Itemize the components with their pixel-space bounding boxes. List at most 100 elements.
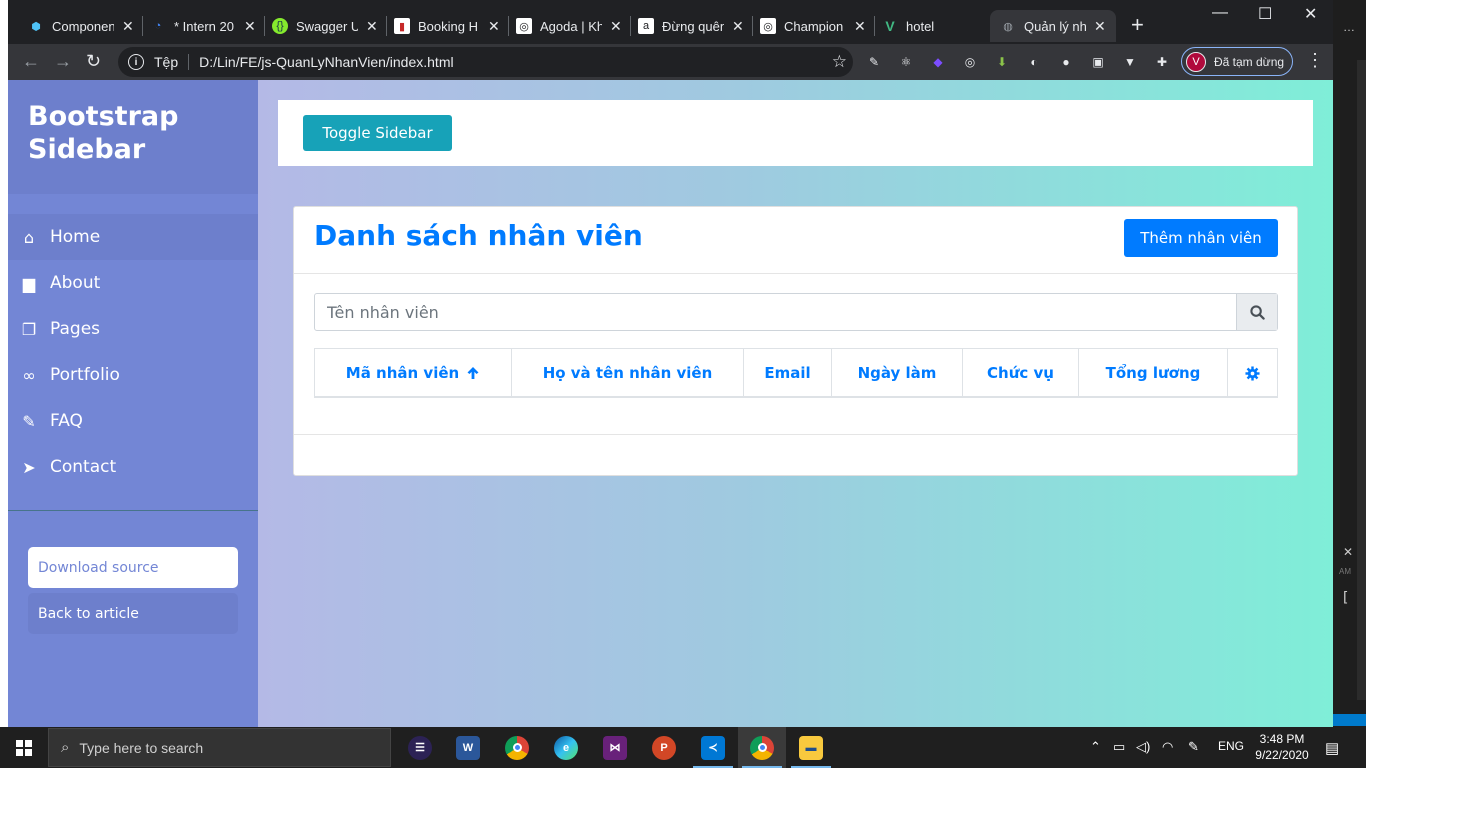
sidebar-item-label: Home	[50, 227, 101, 247]
info-icon[interactable]: i	[128, 54, 144, 70]
react-extension-icon[interactable]: ⚛	[897, 53, 915, 71]
table-header-email[interactable]: Email	[744, 349, 832, 397]
notification-icon[interactable]: ▤	[1325, 739, 1339, 757]
browser-tab[interactable]: a Đừng quên ✕	[638, 10, 744, 42]
browser-tab[interactable]: ◔ * Intern 20 ✕	[150, 10, 256, 42]
close-icon: ✕	[1343, 545, 1354, 559]
table-header-position[interactable]: Chức vụ	[963, 349, 1079, 397]
sidebar-item-label: FAQ	[50, 411, 83, 431]
word-app[interactable]: W	[444, 727, 492, 768]
powerpoint-app[interactable]: P	[640, 727, 688, 768]
target-extension-icon[interactable]: ◎	[961, 53, 979, 71]
browser-tab-active[interactable]: ◍ Quản lý nh ✕	[990, 10, 1116, 42]
address-bar[interactable]: i Tệp D:/Lin/FE/js-QuanLyNhanVien/index.…	[118, 47, 853, 77]
windows-start-icon[interactable]	[16, 740, 32, 756]
cube-icon: ⬢	[31, 20, 41, 33]
close-tab-icon[interactable]: ✕	[488, 18, 500, 35]
background-editor-window: … ✕ AM [	[1333, 0, 1366, 768]
browser-tab[interactable]: ⬢ Componen ✕	[28, 10, 134, 42]
download-extension-icon[interactable]: ⬇	[993, 53, 1011, 71]
sidebar-divider	[8, 510, 258, 511]
tab-title: Quản lý nh	[1024, 18, 1086, 34]
tab-title: Componen	[52, 18, 114, 34]
browser-tab[interactable]: V hotel ✕	[882, 10, 1005, 42]
taskbar-search[interactable]: ⌕ Type here to search	[48, 728, 391, 767]
browser-tab[interactable]: ▮ Booking H ✕	[394, 10, 500, 42]
volume-icon[interactable]: ◁)	[1136, 739, 1150, 755]
browser-tab[interactable]: ◎ Champion ✕	[760, 10, 866, 42]
sidebar-item-pages[interactable]: ❐ Pages	[8, 306, 258, 352]
sidebar-item-portfolio[interactable]: ∞ Portfolio	[8, 352, 258, 398]
toggle-sidebar-button[interactable]: Toggle Sidebar	[303, 115, 452, 151]
close-tab-icon[interactable]: ✕	[610, 18, 622, 35]
file-explorer-app[interactable]: ▬	[787, 727, 835, 768]
pen-icon[interactable]: ✎	[1188, 739, 1199, 755]
maximize-icon[interactable]: ☐	[1258, 4, 1272, 24]
vue-devtools-icon[interactable]: ▼	[1121, 53, 1139, 71]
table-header-settings[interactable]	[1228, 349, 1277, 397]
sidebar: Bootstrap Sidebar ⌂ Home ▆ About ❐ Pages	[8, 80, 258, 727]
close-window-icon[interactable]: ✕	[1304, 4, 1317, 24]
url-text: D:/Lin/FE/js-QuanLyNhanVien/index.html	[199, 54, 454, 70]
wifi-icon[interactable]: ◠	[1162, 739, 1173, 755]
edge-app[interactable]: e	[542, 727, 590, 768]
visual-studio-app[interactable]: ⋈	[591, 727, 639, 768]
sidebar-item-about[interactable]: ▆ About	[8, 260, 258, 306]
card-footer-divider	[294, 434, 1297, 435]
cube-extension-icon[interactable]: ◆	[929, 53, 947, 71]
language-indicator[interactable]: ENG	[1218, 739, 1244, 753]
close-tab-icon[interactable]: ✕	[366, 18, 378, 35]
champion-icon: ◎	[760, 18, 776, 34]
puzzle-icon[interactable]: ✚	[1153, 53, 1171, 71]
chrome-app[interactable]	[493, 727, 541, 768]
close-tab-icon[interactable]: ✕	[854, 18, 866, 35]
main-content: Toggle Sidebar Danh sách nhân viên Thêm …	[258, 80, 1333, 727]
battery-icon[interactable]: ▭	[1113, 739, 1125, 755]
sidebar-header: Bootstrap Sidebar	[8, 80, 258, 194]
close-tab-icon[interactable]: ✕	[244, 18, 256, 35]
back-to-article-button[interactable]: Back to article	[28, 593, 238, 634]
close-tab-icon[interactable]: ✕	[732, 18, 744, 35]
vscode-app[interactable]: ≺	[689, 727, 737, 768]
chrome-app-active[interactable]	[738, 727, 786, 768]
camera-extension-icon[interactable]: ▣	[1089, 53, 1107, 71]
table-header-name[interactable]: Họ và tên nhân viên	[512, 349, 744, 397]
profile-status: Đã tạm dừng	[1214, 54, 1285, 69]
back-icon[interactable]: ←	[22, 51, 40, 72]
circle-extension-icon[interactable]: ●	[1057, 53, 1075, 71]
download-source-button[interactable]: Download source	[28, 547, 238, 588]
table-header-id[interactable]: Mã nhân viên	[315, 349, 512, 397]
close-tab-icon[interactable]: ✕	[122, 18, 134, 35]
profile-button[interactable]: V Đã tạm dừng	[1181, 47, 1293, 76]
screen: … ✕ AM [ ⬢ Componen ✕ ◔ * Intern 20 ✕ {}…	[0, 0, 1469, 827]
tab-title: Đừng quên	[662, 18, 724, 34]
chrome-icon	[750, 735, 774, 760]
refresh-extension-icon[interactable]: ◐	[1025, 53, 1043, 71]
add-employee-button[interactable]: Thêm nhân viên	[1124, 219, 1278, 257]
sidebar-item-contact[interactable]: ➤ Contact	[8, 444, 258, 490]
browser-tab[interactable]: {} Swagger U ✕	[272, 10, 378, 42]
minimize-icon[interactable]: —	[1212, 4, 1228, 22]
taskbar-clock[interactable]: 3:48 PM 9/22/2020	[1252, 731, 1312, 763]
reload-icon[interactable]: ↻	[86, 51, 101, 72]
sidebar-item-home[interactable]: ⌂ Home	[8, 214, 258, 260]
browser-toolbar: ← → ↻ i Tệp D:/Lin/FE/js-QuanLyNhanVien/…	[8, 44, 1333, 80]
card-header: Danh sách nhân viên Thêm nhân viên	[294, 207, 1297, 274]
pen-extension-icon[interactable]: ✎	[865, 53, 883, 71]
search-button[interactable]	[1236, 294, 1277, 330]
copy-icon: ❐	[21, 319, 37, 339]
forward-icon[interactable]: →	[54, 51, 72, 72]
sidebar-item-faq[interactable]: ✎ FAQ	[8, 398, 258, 444]
eclipse-app[interactable]: ☰	[396, 727, 444, 768]
new-tab-button[interactable]: +	[1131, 12, 1144, 38]
table-header-start-date[interactable]: Ngày làm	[832, 349, 963, 397]
search-input[interactable]	[315, 294, 1237, 330]
table-header-total-salary[interactable]: Tổng lương	[1079, 349, 1228, 397]
close-tab-icon[interactable]: ✕	[1094, 18, 1106, 35]
gear-icon	[1245, 365, 1260, 381]
chevron-up-icon[interactable]: ⌃	[1090, 739, 1101, 755]
browser-tab[interactable]: ◎ Agoda | Kh ✕	[516, 10, 622, 42]
menu-kebab-icon[interactable]: ⋮	[1306, 50, 1324, 71]
bookmark-star-icon[interactable]: ☆	[832, 52, 847, 72]
employee-table: Mã nhân viên Họ và tên nhân viên Email N…	[314, 348, 1278, 398]
